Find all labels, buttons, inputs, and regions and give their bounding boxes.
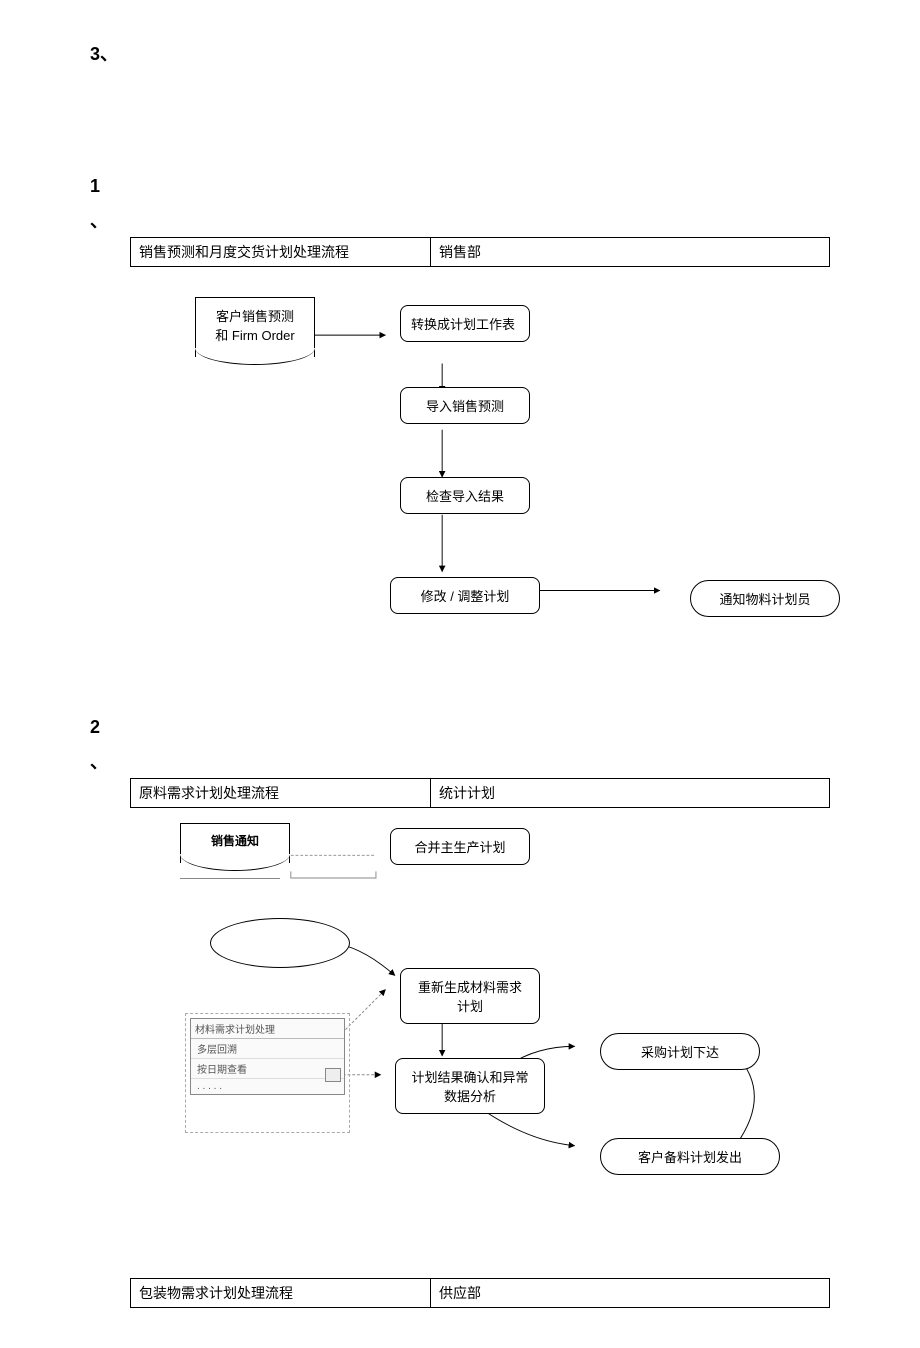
node-regen-material-label: 重新生成材料需求计划 (418, 980, 522, 1014)
node-notify-planner-label: 通知物料计划员 (719, 592, 810, 607)
flow3-header: 包装物需求计划处理流程 供应部 (130, 1278, 830, 1308)
flow2-owner: 统计计划 (431, 779, 829, 807)
diagram-2: 销售通知 合并主生产计划 重新生成材料需求计划 材料需求计划处理 多层回溯 按日… (130, 818, 830, 1218)
node-notify-planner: 通知物料计划员 (690, 580, 840, 617)
panel-title: 材料需求计划处理 (191, 1019, 344, 1039)
node-customer-forecast-label: 客户销售预测 和 Firm Order (215, 309, 294, 343)
node-adjust-plan: 修改 / 调整计划 (390, 577, 540, 614)
node-merge-plan: 合并主生产计划 (390, 828, 530, 865)
node-regen-material: 重新生成材料需求计划 (400, 968, 540, 1024)
flow1-owner: 销售部 (431, 238, 829, 266)
panel-item-1: 多层回溯 (191, 1039, 344, 1059)
node-customer-forecast: 客户销售预测 和 Firm Order (195, 297, 315, 357)
flow1-header: 销售预测和月度交货计划处理流程 销售部 (130, 237, 830, 267)
section2-tick: 、 (90, 748, 830, 774)
panel-item-3: . . . . . (191, 1079, 344, 1094)
node-purchase-issue-label: 采购计划下达 (641, 1045, 719, 1060)
node-check-result-label: 检查导入结果 (426, 489, 504, 504)
panel-item-2: 按日期查看 (191, 1059, 344, 1079)
node-sales-notice-label: 销售通知 (211, 834, 259, 848)
material-plan-panel: 材料需求计划处理 多层回溯 按日期查看 . . . . . (190, 1018, 345, 1095)
section2-num: 2 (90, 717, 830, 738)
divider-line (180, 878, 280, 879)
panel-scroll-icon (325, 1068, 341, 1082)
callout-bubble (210, 918, 350, 968)
node-confirm-analyze-label: 计划结果确认和异常数据分析 (411, 1070, 528, 1104)
node-customer-material: 客户备料计划发出 (600, 1138, 780, 1175)
section1-num: 1 (90, 176, 830, 197)
node-confirm-analyze: 计划结果确认和异常数据分析 (395, 1058, 545, 1114)
node-sales-notice: 销售通知 (180, 823, 290, 863)
node-merge-plan-label: 合并主生产计划 (414, 840, 505, 855)
node-convert-plan: 转换成计划工作表 (400, 305, 530, 342)
node-import-forecast: 导入销售预测 (400, 387, 530, 424)
flow2-header: 原料需求计划处理流程 统计计划 (130, 778, 830, 808)
node-check-result: 检查导入结果 (400, 477, 530, 514)
page-label: 3、 (90, 40, 830, 66)
node-purchase-issue: 采购计划下达 (600, 1033, 760, 1070)
flow2-title: 原料需求计划处理流程 (131, 779, 431, 807)
node-import-forecast-label: 导入销售预测 (426, 399, 504, 414)
flow1-title: 销售预测和月度交货计划处理流程 (131, 238, 431, 266)
section1-tick: 、 (90, 207, 830, 233)
diagram-1: 客户销售预测 和 Firm Order 转换成计划工作表 导入销售预测 检查导入… (130, 287, 830, 667)
node-convert-plan-label: 转换成计划工作表 (411, 317, 515, 332)
node-adjust-plan-label: 修改 / 调整计划 (421, 589, 510, 604)
node-customer-material-label: 客户备料计划发出 (638, 1150, 742, 1165)
